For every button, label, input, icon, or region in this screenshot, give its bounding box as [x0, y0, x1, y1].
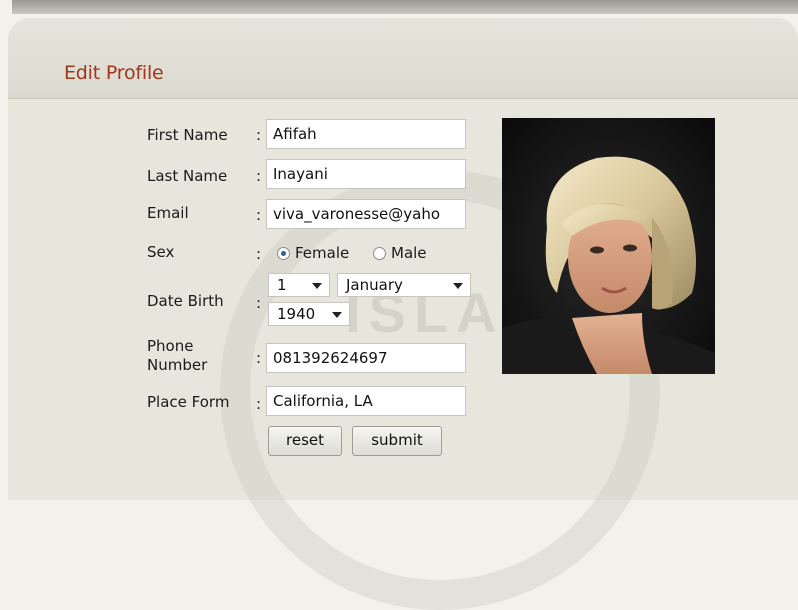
phone-label-line2: Number	[147, 356, 208, 374]
date-birth-label: Date Birth	[147, 292, 224, 310]
last-name-colon: :	[256, 167, 262, 185]
phone-number-label: Phone Number	[147, 337, 207, 375]
birth-month-value: January	[346, 276, 403, 294]
sex-female-radio[interactable]	[277, 247, 290, 260]
birth-year-value: 1940	[277, 305, 316, 323]
email-input[interactable]: viva_varonesse@yaho	[266, 199, 466, 229]
email-colon: :	[256, 206, 262, 224]
sex-colon: :	[256, 245, 262, 263]
email-label: Email	[147, 204, 189, 222]
birth-day-select[interactable]: 1	[268, 273, 330, 297]
profile-photo-illustration	[502, 118, 715, 374]
place-form-input[interactable]: California, LA	[266, 386, 466, 416]
chevron-down-icon	[312, 283, 322, 289]
first-name-label: First Name	[147, 126, 228, 144]
chevron-down-icon	[332, 312, 342, 318]
birth-day-value: 1	[277, 276, 287, 294]
sex-male-label: Male	[391, 244, 427, 262]
birth-year-select[interactable]: 1940	[268, 302, 350, 326]
phone-label-line1: Phone	[147, 337, 194, 355]
panel-title: Edit Profile	[64, 62, 164, 84]
phone-colon: :	[256, 349, 262, 367]
submit-button[interactable]: submit	[352, 426, 442, 456]
first-name-colon: :	[256, 126, 262, 144]
phone-number-input[interactable]: 081392624697	[266, 343, 466, 373]
reset-button[interactable]: reset	[268, 426, 342, 456]
date-birth-colon: :	[256, 294, 262, 312]
chevron-down-icon	[453, 283, 463, 289]
panel-header: Edit Profile	[8, 18, 798, 99]
first-name-input[interactable]: Afifah	[266, 119, 466, 149]
sex-male-radio[interactable]	[373, 247, 386, 260]
last-name-input[interactable]: Inayani	[266, 159, 466, 189]
last-name-label: Last Name	[147, 167, 228, 185]
window-top-strip	[0, 0, 798, 14]
place-form-colon: :	[256, 395, 262, 413]
place-form-label: Place Form	[147, 393, 230, 411]
profile-photo	[502, 118, 715, 374]
sex-female-label: Female	[295, 244, 350, 262]
sex-label: Sex	[147, 243, 175, 261]
birth-month-select[interactable]: January	[337, 273, 471, 297]
